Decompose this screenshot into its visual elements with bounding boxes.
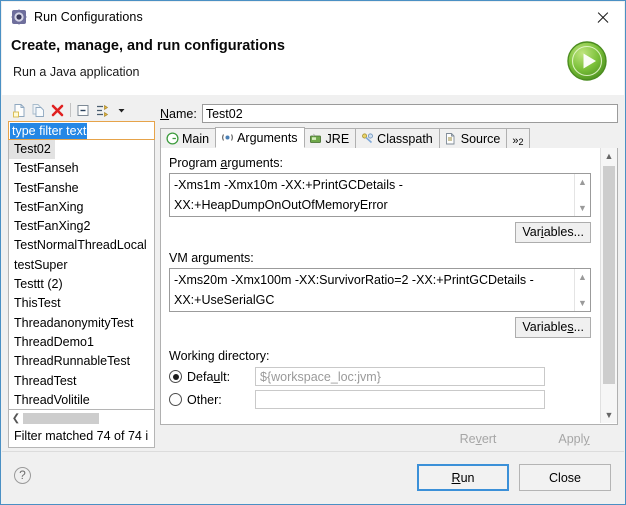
working-directory-other-label: Other: [187,392,222,407]
source-tab-icon [444,132,458,146]
name-input[interactable] [201,104,618,123]
program-arguments-variables-button[interactable]: Variables... [515,222,591,243]
close-button-footer[interactable]: Close [519,464,611,491]
configurations-list[interactable]: Test02 TestFanseh TestFanshe TestFanXing… [8,140,155,410]
name-label: Name: [160,106,197,121]
configurations-toolbar [8,100,157,120]
new-configuration-button[interactable] [10,101,29,119]
configuration-editor: Name: Main [160,100,618,450]
close-button[interactable] [580,2,624,32]
revert-apply-row: Revert Apply [160,427,618,450]
scroll-up-icon[interactable]: ▲ [575,174,590,190]
list-item[interactable]: Testtt (2) [9,277,63,291]
list-item[interactable]: ThisTest [9,296,61,310]
run-button[interactable]: Run [417,464,509,491]
list-item[interactable]: Test02 [9,140,55,160]
apply-button[interactable]: Apply [530,427,618,450]
scroll-down-icon[interactable]: ▼ [575,295,590,311]
title-bar: Run Configurations [2,2,624,32]
working-directory-default-label: Default: [187,369,231,384]
page-title: Create, manage, and run configurations [11,38,285,54]
list-item[interactable]: ThreadVolitile [9,393,90,407]
dialog-footer: ? Run Close [2,451,624,503]
working-directory-default-row: Default: [169,367,601,386]
filter-input-value: type filter text [10,123,88,139]
vm-arguments-variables-button[interactable]: Variables... [515,317,591,338]
scroll-up-icon[interactable]: ▲ [575,269,590,285]
list-item[interactable]: ThreadanonymityTest [9,316,134,330]
list-horizontal-scrollbar[interactable]: ❮ [8,410,155,427]
program-arguments-label: Program arguments: [169,156,283,170]
close-icon [596,11,609,24]
working-directory-label: Working directory: [169,349,270,363]
vm-arguments-scrollbar[interactable]: ▲ ▼ [574,269,590,311]
tab-overflow-button[interactable]: » 2 [506,128,530,148]
revert-button[interactable]: Revert [434,427,522,450]
tab-source[interactable]: Source [438,128,508,148]
duplicate-configuration-button[interactable] [29,101,48,119]
program-arguments-value: -Xms1m -Xmx10m -XX:+PrintGCDetails -XX:+… [174,178,403,212]
collapse-all-button[interactable] [74,101,93,119]
dialog-header: Create, manage, and run configurations R… [2,32,624,96]
toolbar-separator [70,103,71,117]
working-directory-default-input [255,367,545,386]
working-directory-other-radio[interactable] [169,393,182,406]
tab-arguments-label: Arguments [237,130,298,145]
run-green-play-icon [564,38,610,84]
list-item[interactable]: TestNormalThreadLocal [9,238,147,252]
list-item[interactable]: TestFanshe [9,181,79,195]
scrollbar-thumb[interactable] [603,166,615,384]
tab-jre[interactable]: JRE [303,128,357,148]
page-subtitle: Run a Java application [13,65,140,79]
help-question-icon[interactable]: ? [14,467,31,484]
scrollbar-thumb[interactable] [23,413,99,424]
list-item[interactable]: ThreadDemo1 [9,335,94,349]
vm-arguments-value: -Xms20m -Xmx100m -XX:SurvivorRatio=2 -XX… [174,273,534,307]
window-title: Run Configurations [34,10,143,24]
filter-status-text: Filter matched 74 of 74 i [8,427,155,448]
filter-arrows-icon[interactable] [93,101,112,119]
program-arguments-scrollbar[interactable]: ▲ ▼ [574,174,590,216]
main-tab-icon [165,132,179,146]
tab-classpath-label: Classpath [377,131,433,146]
working-directory-default-radio[interactable] [169,370,182,383]
search-input[interactable]: type filter text [8,121,155,140]
working-directory-other-input[interactable] [255,390,545,409]
list-item[interactable]: TestFanXing [9,200,83,214]
chevron-left-icon[interactable]: ❮ [9,411,23,426]
classpath-tab-icon [360,132,374,146]
tab-jre-label: JRE [325,131,350,146]
run-configurations-dialog: Run Configurations Create, manage, and r… [0,0,626,505]
scroll-up-icon[interactable]: ▲ [601,148,617,164]
tab-source-label: Source [460,131,501,146]
jre-tab-icon [309,132,323,146]
arguments-tab-icon [220,131,234,145]
list-item[interactable]: testSuper [9,258,68,272]
working-directory-other-row: Other: [169,390,601,409]
tab-main[interactable]: Main [160,128,217,148]
tab-arguments[interactable]: Arguments [215,127,305,148]
arguments-tab-panel: Program arguments: -Xms1m -Xmx10m -XX:+P… [160,148,618,425]
tab-main-label: Main [182,131,210,146]
program-arguments-field[interactable]: -Xms1m -Xmx10m -XX:+PrintGCDetails -XX:+… [169,173,591,217]
eclipse-run-icon [11,9,27,25]
list-item[interactable]: TestFanXing2 [9,219,90,233]
name-row: Name: [160,103,618,124]
vm-arguments-label: VM arguments: [169,251,254,265]
chevron-down-icon[interactable] [112,101,131,119]
list-item[interactable]: TestFanseh [9,161,79,175]
dialog-body: type filter text Test02 TestFanseh TestF… [2,95,624,453]
configurations-panel: type filter text Test02 TestFanseh TestF… [8,100,157,448]
tab-overflow-count: 2 [518,137,524,147]
delete-configuration-button[interactable] [48,101,67,119]
tab-content-scrollbar[interactable]: ▲ ▼ [600,148,617,423]
vm-arguments-field[interactable]: -Xms20m -Xmx100m -XX:SurvivorRatio=2 -XX… [169,268,591,312]
list-item[interactable]: ThreadTest [9,374,77,388]
tab-classpath[interactable]: Classpath [355,128,440,148]
list-item[interactable]: ThreadRunnableTest [9,354,130,368]
working-directory-group: Working directory: Default: Other: [169,349,601,409]
tab-bar: Main Arguments JRE Classpath Source » 2 [160,127,618,149]
scroll-down-icon[interactable]: ▼ [601,407,617,423]
scroll-down-icon[interactable]: ▼ [575,200,590,216]
